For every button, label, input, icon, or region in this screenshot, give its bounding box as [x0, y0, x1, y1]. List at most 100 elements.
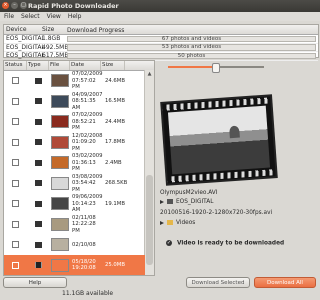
file-thumbnail: [50, 115, 69, 129]
file-thumbnail: [50, 74, 69, 88]
download-all-button[interactable]: Download All: [254, 277, 316, 288]
status-cell: [4, 138, 27, 146]
date-cell: 02/11/08 12:22:28 PM: [70, 215, 103, 235]
file-size: 16.5MB: [105, 98, 125, 105]
scrollbar-thumb[interactable]: [146, 175, 153, 265]
maximize-window-button[interactable]: □: [20, 2, 27, 9]
photo-icon: [34, 159, 42, 166]
file-time: 10:14:23 AM: [72, 200, 96, 214]
header-date[interactable]: Date: [70, 61, 101, 70]
header-status[interactable]: Status: [4, 61, 27, 70]
file-cell: [49, 258, 70, 272]
expand-arrow-icon[interactable]: [160, 199, 164, 204]
select-checkbox[interactable]: [12, 118, 19, 126]
type-cell: [27, 159, 49, 166]
photo-icon: [34, 77, 42, 84]
menu-select[interactable]: Select: [21, 12, 40, 21]
header-type[interactable]: Type: [27, 61, 49, 70]
header-size[interactable]: Size: [42, 25, 65, 34]
status-cell: [4, 77, 27, 85]
minimize-window-button[interactable]: –: [11, 2, 18, 9]
menu-file[interactable]: File: [4, 12, 14, 21]
type-cell: [27, 98, 49, 105]
space-available: 11.1GB available: [62, 290, 114, 297]
file-row[interactable]: 02/10/08: [4, 234, 145, 256]
file-size: 268.5KB: [105, 180, 128, 187]
ready-check-icon: ✓: [166, 240, 172, 246]
file-size: 24.6MB: [105, 77, 125, 84]
date-cell: 07/02/2009 08:52:21 PM: [70, 112, 103, 132]
select-checkbox[interactable]: [12, 138, 19, 146]
date-cell: 04/09/2007 08:51:35 AM: [70, 92, 103, 112]
file-thumbnail: [50, 197, 69, 211]
status-cell: [4, 261, 27, 269]
file-row[interactable]: 09/06/2009 10:14:23 AM 19.1MB: [4, 193, 145, 215]
menu-help[interactable]: Help: [68, 12, 82, 21]
menu-bar: File Select View Help: [0, 12, 320, 21]
select-checkbox[interactable]: [12, 220, 19, 228]
file-thumbnail: [50, 176, 69, 190]
status-bar: 11.1GB available: [0, 289, 320, 298]
file-date: 03/02/2009: [72, 153, 103, 160]
file-row[interactable]: 03/02/2009 01:36:13 PM 2.4MB: [4, 152, 145, 174]
close-window-button[interactable]: ×: [2, 2, 9, 9]
header-file[interactable]: File: [49, 61, 70, 70]
preview-photo: [167, 105, 271, 175]
device-line[interactable]: EOS_DIGITAL: [160, 199, 213, 205]
file-cell: [49, 156, 70, 170]
header-device[interactable]: Device: [4, 25, 42, 34]
file-row[interactable]: 12/02/2008 01:09:20 PM 17.8MB: [4, 132, 145, 154]
file-time: 08:51:35 AM: [72, 98, 96, 111]
preview-image: [162, 96, 276, 184]
slider-handle[interactable]: [212, 63, 220, 73]
file-thumbnail: [50, 258, 69, 272]
file-time: 03:54:42 PM: [72, 180, 96, 193]
file-row[interactable]: 07/02/2009 08:52:21 PM 24.4MB: [4, 111, 145, 133]
expand-arrow-icon[interactable]: [160, 220, 164, 225]
file-row[interactable]: 02/11/08 12:22:28 PM: [4, 214, 145, 236]
select-checkbox[interactable]: [12, 179, 19, 187]
select-checkbox[interactable]: [12, 159, 19, 167]
new-filename: 20100516-1920-2-1280x720-30fps.avi: [160, 210, 273, 216]
device-row[interactable]: EOS_DIGITAL 1.8GB 67 photos and videos: [4, 35, 318, 44]
download-selected-button[interactable]: Download Selected (1): [186, 277, 250, 297]
folder-line[interactable]: Videos: [160, 220, 195, 226]
header-download-progress[interactable]: Download Progress: [65, 25, 318, 34]
type-cell: [27, 221, 49, 228]
status-cell: [4, 97, 27, 105]
select-checkbox[interactable]: [12, 97, 19, 105]
file-cell: [49, 217, 70, 231]
select-checkbox[interactable]: [12, 77, 19, 85]
menu-view[interactable]: View: [47, 12, 61, 21]
file-row[interactable]: 04/09/2007 08:51:35 AM 16.5MB: [4, 91, 145, 113]
date-cell: 03/02/2009 01:36:13 PM: [70, 153, 103, 173]
file-size: 25.0MB: [105, 262, 125, 269]
file-time: 01:09:20 PM: [72, 139, 96, 152]
folder-icon: [167, 220, 173, 225]
file-row[interactable]: 07/02/2009 07:57:02 PM 24.6MB: [4, 70, 145, 92]
select-checkbox[interactable]: [12, 261, 19, 269]
type-cell: [27, 241, 49, 248]
device-name: EOS_DIGITAL: [6, 52, 45, 59]
device-size: 492.5MB: [42, 43, 69, 51]
header-size[interactable]: Size: [101, 61, 125, 70]
photo-icon: [34, 118, 42, 125]
slider-fill: [168, 66, 216, 68]
status-cell: [4, 241, 27, 249]
help-button[interactable]: Help: [3, 277, 67, 288]
file-row[interactable]: 05/18/20 19:20:08 25.0MB: [4, 254, 145, 275]
device-row[interactable]: EOS_DIGITAL 492.5MB 53 photos and videos: [4, 43, 318, 52]
type-cell: [27, 118, 49, 125]
file-date: 07/02/2009: [72, 112, 103, 119]
photo-icon: [34, 200, 42, 207]
status-cell: [4, 118, 27, 126]
file-row[interactable]: 03/08/2009 03:54:42 PM 268.5KB: [4, 173, 145, 195]
photo-icon: [34, 241, 42, 248]
file-thumbnail: [50, 135, 69, 149]
select-checkbox[interactable]: [12, 241, 19, 249]
file-list-scrollbar[interactable]: ▲: [144, 70, 154, 275]
date-cell: 12/02/2008 01:09:20 PM: [70, 133, 103, 153]
thumbnail-size-slider[interactable]: [168, 63, 266, 73]
select-checkbox[interactable]: [12, 200, 19, 208]
scroll-up-icon[interactable]: ▲: [145, 70, 154, 78]
